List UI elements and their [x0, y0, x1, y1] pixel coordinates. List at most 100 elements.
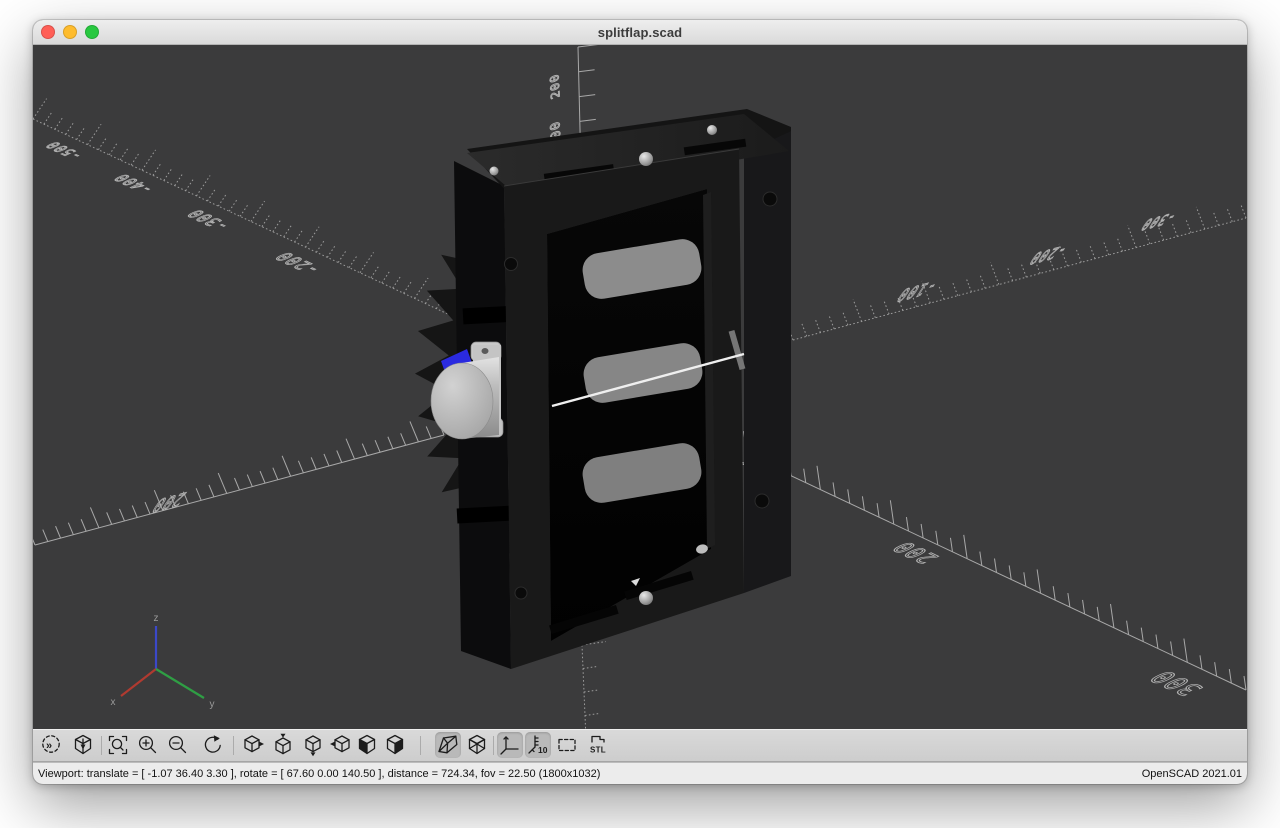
ruler-line	[388, 437, 393, 449]
ruler-line	[362, 444, 367, 456]
toolbar-button-view-back[interactable]	[382, 732, 408, 758]
toolbar-button-zoom-all[interactable]	[105, 732, 131, 758]
ruler-line	[410, 421, 419, 441]
3d-viewport[interactable]: -500 -400 -300 -200 100 200 300 200 -100…	[33, 45, 1247, 729]
ruler-line	[1214, 212, 1219, 225]
toolbar-button-reset-view[interactable]	[200, 732, 226, 758]
ruler-line	[132, 506, 137, 518]
ruler-line	[324, 454, 329, 466]
ruler-line	[995, 559, 997, 573]
title-bar[interactable]: splitflap.scad	[33, 20, 1247, 45]
x-axis-label: 300	[1142, 667, 1211, 699]
frame-hole	[505, 258, 518, 271]
ruler-line	[1104, 242, 1109, 255]
toolbar-button-show-crosshairs[interactable]	[554, 732, 580, 758]
indicator-x-label: x	[111, 697, 116, 708]
ruler-line	[251, 201, 265, 221]
toolbar-separator	[493, 736, 494, 755]
toolbar-button-show-axes[interactable]	[497, 732, 523, 758]
x-axis-label: -300	[182, 207, 235, 232]
ruler-line	[1227, 209, 1232, 222]
view-back-icon	[383, 733, 407, 757]
close-button[interactable]	[41, 25, 55, 39]
ruler-line	[980, 552, 982, 566]
toolbar-button-view-all[interactable]	[70, 732, 96, 758]
view-bottom-icon	[301, 733, 325, 757]
ruler-line	[1215, 662, 1217, 676]
ruler-line	[578, 45, 605, 47]
ruler-line	[298, 461, 303, 473]
ruler-line	[980, 275, 985, 288]
ruler-line	[209, 485, 214, 497]
toolbar-button-view-bottom[interactable]	[300, 732, 326, 758]
ruler-line	[382, 271, 390, 283]
ruler-line	[68, 523, 73, 535]
ruler-line	[1241, 205, 1246, 218]
ruler-line	[1184, 639, 1187, 663]
scale-markers-icon: 10	[526, 733, 550, 757]
ruler-line	[306, 227, 320, 247]
ruler-line	[1156, 635, 1158, 649]
toolbar-button-view-orthogonal[interactable]	[464, 732, 490, 758]
ruler-line	[311, 457, 316, 469]
toolbar-button-view-perspective[interactable]	[435, 732, 461, 758]
ruler-line	[1037, 569, 1040, 593]
toolbar-button-zoom-in[interactable]	[135, 732, 161, 758]
ruler-line	[207, 189, 215, 201]
minimize-button[interactable]	[63, 25, 77, 39]
indicator-z-label: z	[154, 613, 159, 624]
bracket-hole	[482, 348, 489, 354]
ruler-line	[33, 99, 47, 119]
view-front-icon	[355, 733, 379, 757]
y-axis-label: -200	[1025, 240, 1071, 268]
ruler-line	[282, 456, 291, 476]
version-text: OpenSCAD 2021.01	[1142, 768, 1242, 780]
ruler-line	[817, 466, 820, 490]
toolbar-button-export-stl[interactable]: STL	[582, 732, 614, 758]
ruler-line	[109, 143, 117, 155]
ruler-line	[906, 517, 908, 531]
ruler-line	[580, 119, 596, 121]
ruler-line	[375, 440, 380, 452]
toolbar-button-animate[interactable]: »	[38, 732, 64, 758]
ruler-line	[862, 496, 864, 510]
ruler-line	[1244, 676, 1246, 690]
ruler-line	[107, 512, 112, 524]
toolbar-button-view-right[interactable]	[240, 732, 266, 758]
ruler-line	[55, 117, 63, 129]
ruler-line	[884, 301, 889, 314]
screw	[639, 591, 653, 605]
z-axis-label: 200	[548, 72, 563, 101]
perspective-icon	[436, 733, 460, 757]
ruler-line	[164, 169, 172, 181]
ruler-line	[1021, 264, 1026, 277]
ruler-line	[1111, 604, 1114, 628]
view-right-icon	[241, 733, 265, 757]
ruler-line	[235, 478, 240, 490]
zoom-all-icon	[106, 733, 130, 757]
ruler-line	[579, 95, 595, 97]
x-axis-label: -500	[42, 139, 88, 160]
zoom-button[interactable]	[85, 25, 99, 39]
3d-canvas[interactable]: -500 -400 -300 -200 100 200 300 200 -100…	[33, 45, 1247, 733]
ruler-line	[936, 531, 938, 545]
ruler-line	[229, 199, 237, 211]
ruler-line	[415, 278, 429, 298]
orthogonal-icon	[465, 733, 489, 757]
ruler-line	[90, 507, 99, 527]
orientation-indicator: z x y	[111, 613, 215, 710]
crosshairs-icon	[555, 733, 579, 757]
ruler-line	[1145, 231, 1150, 244]
toolbar-button-view-front[interactable]	[354, 732, 380, 758]
ruler-line	[579, 70, 595, 72]
toolbar-button-zoom-out[interactable]	[165, 732, 191, 758]
toolbar-button-view-top[interactable]	[270, 732, 296, 758]
ruler-line	[1009, 565, 1011, 579]
svg-text:»: »	[46, 740, 52, 752]
stepper-motor	[431, 342, 503, 439]
x-axis-label: -400	[109, 172, 159, 195]
toolbar-button-show-scale-markers[interactable]: 10	[525, 732, 551, 758]
traffic-lights	[41, 20, 99, 44]
ruler-line	[77, 128, 85, 140]
toolbar-button-view-left[interactable]	[328, 732, 354, 758]
